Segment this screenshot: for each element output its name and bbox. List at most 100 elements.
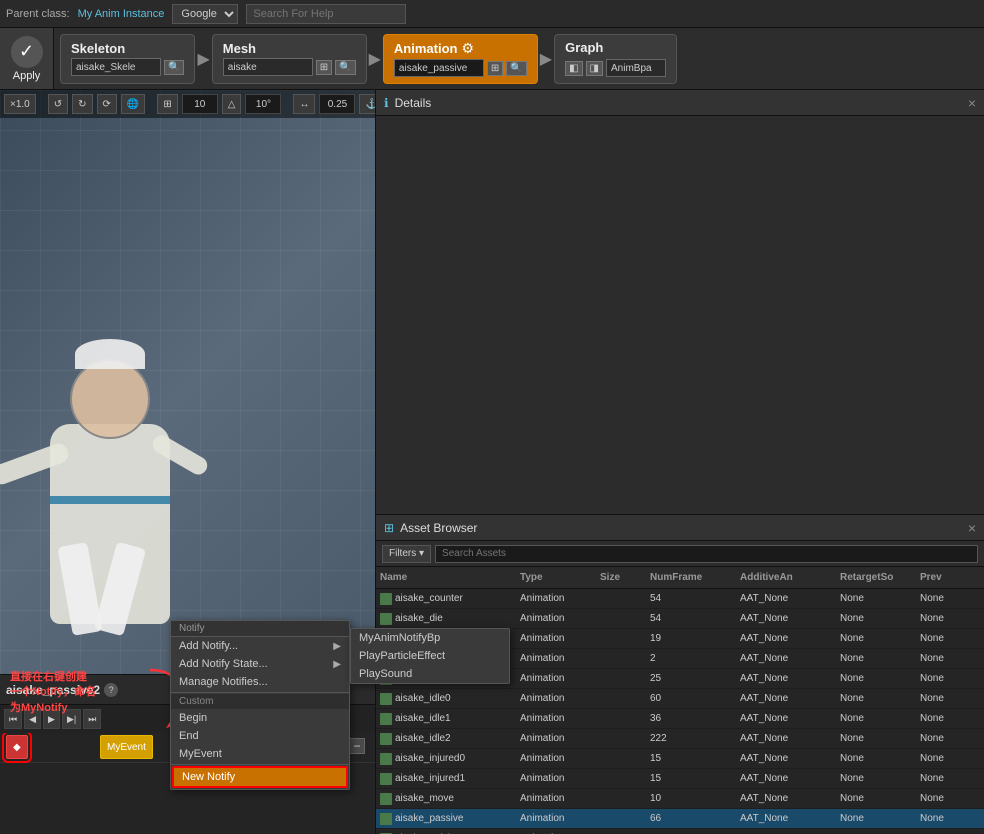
col-retarget[interactable]: RetargetSo xyxy=(840,572,920,583)
ctx-custom-myevent[interactable]: MyEvent xyxy=(171,745,349,763)
submenu-particle[interactable]: PlayParticleEffect xyxy=(351,647,509,665)
ab-cell-type-4: Animation xyxy=(520,673,600,684)
ab-cell-name-8: aisake_injured0 xyxy=(380,753,520,765)
ab-file-icon-7 xyxy=(380,733,392,745)
ab-cell-num-11: 66 xyxy=(650,813,740,824)
angle-input[interactable] xyxy=(245,94,281,114)
apply-label: Apply xyxy=(13,70,41,82)
scale-input[interactable] xyxy=(319,94,355,114)
refresh-btn[interactable]: ⟳ xyxy=(97,94,117,114)
mesh-grid-icon[interactable]: ⊞ xyxy=(316,60,332,75)
world-btn[interactable]: 🌐 xyxy=(121,94,145,114)
ab-row-11[interactable]: aisake_passive Animation 66 AAT_None Non… xyxy=(376,809,984,829)
ab-toolbar: Filters ▾ xyxy=(376,541,984,567)
ab-table-body[interactable]: aisake_counter Animation 54 AAT_None Non… xyxy=(376,589,984,834)
submenu-sound[interactable]: PlaySound xyxy=(351,665,509,683)
ab-cell-type-10: Animation xyxy=(520,793,600,804)
ctx-manage-notifies[interactable]: Manage Notifies... xyxy=(171,673,349,691)
col-type[interactable]: Type xyxy=(520,572,600,583)
ab-cell-retarget-10: None xyxy=(840,793,920,804)
ctx-custom-end[interactable]: End xyxy=(171,727,349,745)
ctx-new-notify[interactable]: New Notify xyxy=(172,766,348,788)
ab-cell-retarget-6: None xyxy=(840,713,920,724)
ctx-custom-begin[interactable]: Begin xyxy=(171,709,349,727)
ab-cell-type-8: Animation xyxy=(520,753,600,764)
ab-row-7[interactable]: aisake_idle2 Animation 222 AAT_None None… xyxy=(376,729,984,749)
help-icon[interactable]: ? xyxy=(104,683,118,697)
context-menu[interactable]: Notify Add Notify... ▶ Add Notify State.… xyxy=(170,620,350,790)
skeleton-search-icon[interactable]: 🔍 xyxy=(164,60,184,75)
tri-btn[interactable]: △ xyxy=(222,94,242,114)
details-close-btn[interactable]: × xyxy=(968,95,976,111)
zoom-display[interactable]: ×1.0 xyxy=(4,94,36,114)
ab-cell-name-0: aisake_counter xyxy=(380,593,520,605)
ab-row-1[interactable]: aisake_die Animation 54 AAT_None None No… xyxy=(376,609,984,629)
submenu-myanim[interactable]: MyAnimNotifyBp xyxy=(351,629,509,647)
graph-view2-icon[interactable]: ◨ xyxy=(586,61,603,76)
ab-row-5[interactable]: aisake_idle0 Animation 60 AAT_None None … xyxy=(376,689,984,709)
track-minus-btn[interactable]: − xyxy=(349,738,365,754)
grid-size-input[interactable] xyxy=(182,94,218,114)
skeleton-input[interactable] xyxy=(71,58,161,76)
ab-cell-retarget-3: None xyxy=(840,653,920,664)
col-size[interactable]: Size xyxy=(600,572,650,583)
timeline-prev-btn[interactable]: ◀ xyxy=(24,709,41,729)
ab-row-10[interactable]: aisake_move Animation 10 AAT_None None N… xyxy=(376,789,984,809)
ab-cell-retarget-7: None xyxy=(840,733,920,744)
ab-row-12[interactable]: aisake_quickst Animation 7 AAT_None None… xyxy=(376,829,984,834)
ab-search-input[interactable] xyxy=(435,545,978,563)
col-prev[interactable]: Prev xyxy=(920,572,980,583)
ab-row-8[interactable]: aisake_injured0 Animation 15 AAT_None No… xyxy=(376,749,984,769)
timeline-next-btn[interactable]: ▶| xyxy=(62,709,81,729)
parent-class-label: Parent class: xyxy=(6,8,70,20)
animation-search-icon[interactable]: 🔍 xyxy=(506,61,526,76)
mesh-search-icon[interactable]: 🔍 xyxy=(335,60,355,75)
ab-cell-prev-8: None xyxy=(920,753,980,764)
ab-file-icon-11 xyxy=(380,813,392,825)
timeline-play-btn[interactable]: ▶ xyxy=(43,709,60,729)
right-panel: ℹ Details × ⊞ Asset Browser × Filters ▾ … xyxy=(376,90,984,834)
ctx-add-notify[interactable]: Add Notify... ▶ xyxy=(171,637,349,655)
ab-file-icon-0 xyxy=(380,593,392,605)
animation-input[interactable] xyxy=(394,59,484,77)
timeline-end-btn[interactable]: ⏭ xyxy=(83,709,101,729)
animation-grid-icon[interactable]: ⊞ xyxy=(487,61,503,76)
rotate-left-btn[interactable]: ↺ xyxy=(48,94,68,114)
tab-animation[interactable]: Animation ⚙ ⊞ 🔍 xyxy=(383,34,538,84)
event-marker[interactable]: MyEvent xyxy=(100,735,153,759)
graph-view1-icon[interactable]: ◧ xyxy=(565,61,582,76)
grid-btn[interactable]: ⊞ xyxy=(157,94,177,114)
sequence-name: aisake_passive2 xyxy=(6,683,100,697)
ctx-section-notify: Notify xyxy=(171,621,349,637)
ab-cell-name-7: aisake_idle2 xyxy=(380,733,520,745)
parent-class-link[interactable]: My Anim Instance xyxy=(78,8,165,20)
col-numframe[interactable]: NumFrame xyxy=(650,572,740,583)
mesh-input[interactable] xyxy=(223,58,313,76)
viewport[interactable]: ×1.0 ↺ ↻ ⟳ 🌐 ⊞ △ ↔ ⚓ xyxy=(0,90,375,674)
ab-cell-additive-10: AAT_None xyxy=(740,793,840,804)
col-name[interactable]: Name xyxy=(380,572,520,583)
ab-close-btn[interactable]: × xyxy=(968,520,976,536)
timeline-start-btn[interactable]: ⏮ xyxy=(4,709,22,729)
apply-button[interactable]: ✓ Apply xyxy=(0,28,54,89)
google-dropdown[interactable]: Google xyxy=(172,4,238,24)
ab-cell-type-3: Animation xyxy=(520,653,600,664)
ab-row-0[interactable]: aisake_counter Animation 54 AAT_None Non… xyxy=(376,589,984,609)
start-marker[interactable]: ◆ xyxy=(6,735,28,759)
tab-mesh[interactable]: Mesh ⊞ 🔍 xyxy=(212,34,367,84)
ab-filters-btn[interactable]: Filters ▾ xyxy=(382,545,431,563)
tab-graph[interactable]: Graph ◧ ◨ xyxy=(554,34,677,84)
search-help-input[interactable] xyxy=(246,4,406,24)
ab-row-6[interactable]: aisake_idle1 Animation 36 AAT_None None … xyxy=(376,709,984,729)
anchor-btn[interactable]: ⚓ xyxy=(359,94,375,114)
rotate-right-btn[interactable]: ↻ xyxy=(72,94,92,114)
ctx-add-notify-state[interactable]: Add Notify State... ▶ xyxy=(171,655,349,673)
tab-skeleton[interactable]: Skeleton 🔍 xyxy=(60,34,195,84)
submenu[interactable]: MyAnimNotifyBp PlayParticleEffect PlaySo… xyxy=(350,628,510,684)
scale-btn[interactable]: ↔ xyxy=(293,94,315,114)
animation-tab-label: Animation xyxy=(394,41,458,56)
col-additive[interactable]: AdditiveAn xyxy=(740,572,840,583)
ab-row-9[interactable]: aisake_injured1 Animation 15 AAT_None No… xyxy=(376,769,984,789)
ab-cell-num-4: 25 xyxy=(650,673,740,684)
graph-input[interactable] xyxy=(606,59,666,77)
